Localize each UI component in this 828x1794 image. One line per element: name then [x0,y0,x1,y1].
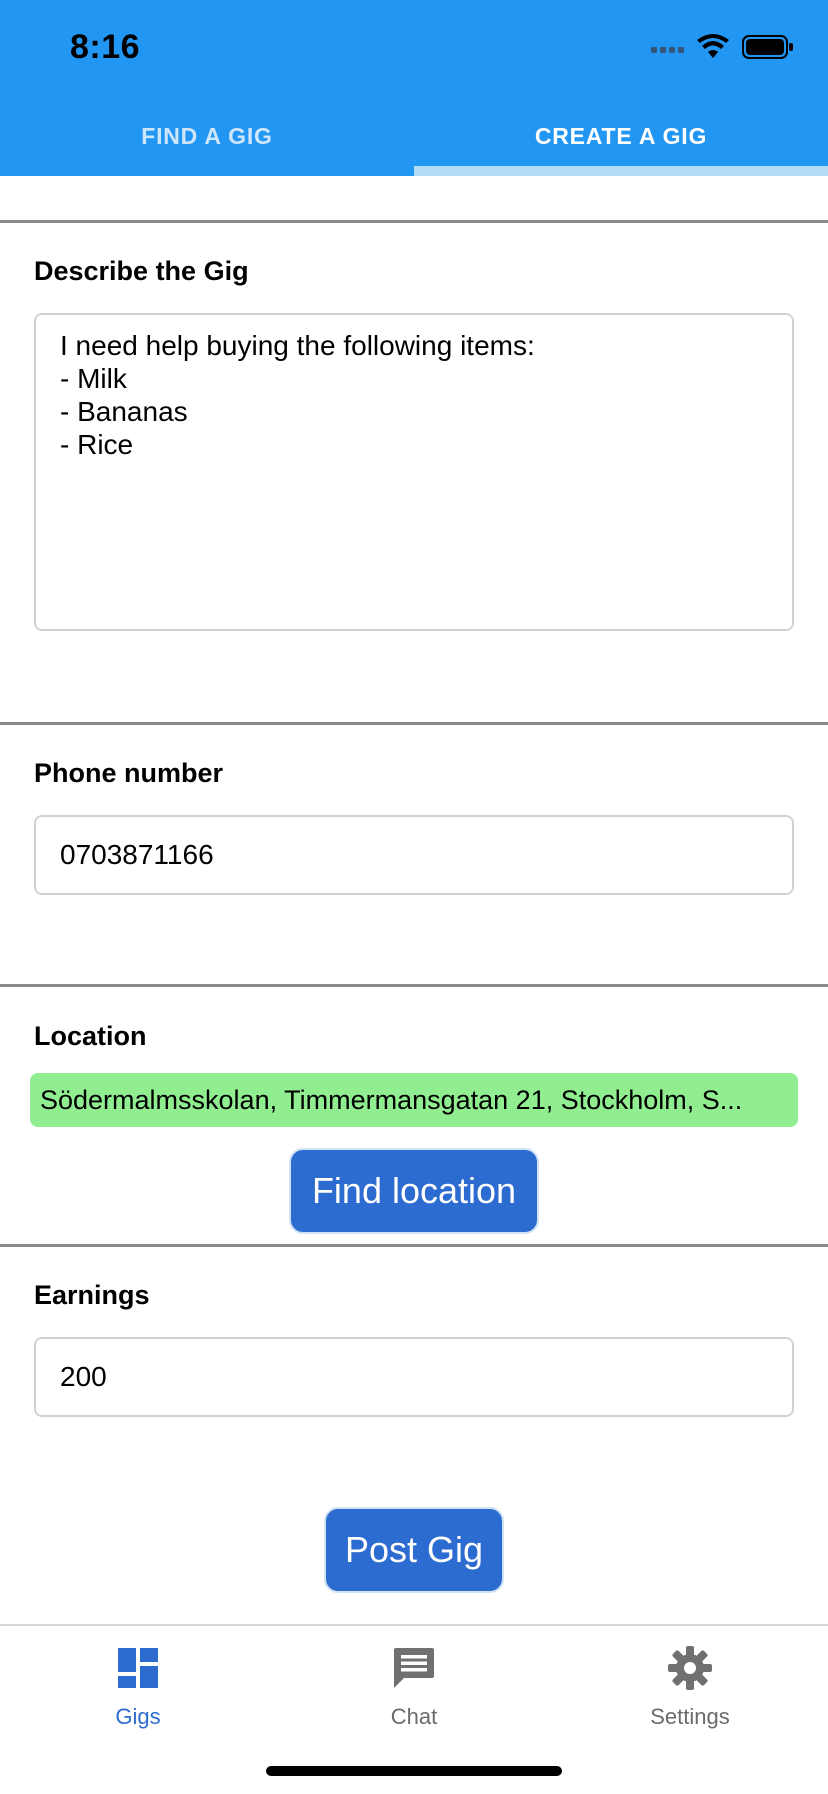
tab-create-a-gig[interactable]: CREATE A GIG [414,96,828,176]
section-divider [0,1244,828,1247]
describe-label: Describe the Gig [34,256,249,286]
app-header: 8:16 FIND A GIG CREATE A GIG [0,0,828,176]
bottom-tab-gigs[interactable]: Gigs [0,1636,276,1746]
status-icons [651,34,794,60]
phone-label: Phone number [34,758,224,788]
bottom-tab-label: Chat [390,1704,438,1729]
cellular-signal-icon [651,41,684,53]
active-tab-indicator [414,166,828,176]
location-label: Location [34,1021,147,1051]
home-indicator [266,1766,562,1776]
earnings-label: Earnings [34,1280,150,1310]
bottom-tab-label: Settings [650,1704,730,1729]
section-divider [0,722,828,725]
describe-line: - Rice [60,429,134,460]
location-value: Södermalmsskolan, Timmermansgatan 21, St… [40,1084,743,1115]
bottom-tab-settings[interactable]: Settings [552,1636,828,1746]
section-divider [0,984,828,987]
gear-icon [668,1646,712,1690]
bottom-tab-label: Gigs [115,1704,161,1729]
wifi-icon [697,34,729,58]
battery-icon [742,35,793,59]
bottom-tab-chat[interactable]: Chat [276,1636,552,1746]
section-divider [0,220,828,223]
location-value-field: Södermalmsskolan, Timmermansgatan 21, St… [30,1073,798,1127]
chat-icon [394,1648,434,1688]
status-time: 8:16 [70,28,141,66]
describe-textarea[interactable]: I need help buying the following items: … [34,313,794,631]
earnings-value: 200 [60,1361,107,1392]
post-gig-button[interactable]: Post Gig [324,1507,504,1593]
earnings-input[interactable]: 200 [34,1337,794,1417]
tab-find-a-gig[interactable]: FIND A GIG [0,96,414,176]
phone-input[interactable]: 0703871166 [34,815,794,895]
phone-value: 0703871166 [60,839,214,870]
describe-line: - Bananas [60,396,188,427]
find-location-button[interactable]: Find location [289,1148,539,1234]
top-tab-bar: FIND A GIG CREATE A GIG [0,96,828,176]
dashboard-icon [118,1648,158,1688]
describe-line: - Milk [60,363,127,394]
describe-line: I need help buying the following items: [60,330,535,361]
